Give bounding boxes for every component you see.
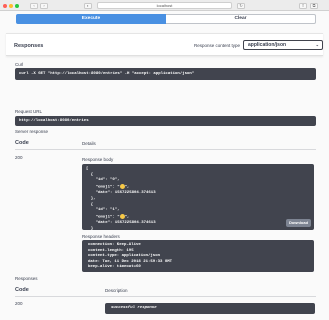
address-text: localhost (156, 3, 173, 8)
content-type-value: application/json (248, 42, 287, 48)
body-line: "date": 1567225804.374613 (86, 191, 156, 196)
execute-button[interactable]: Execute (16, 14, 166, 24)
response-headers-label: Response headers (82, 234, 120, 239)
body-line: } (86, 227, 94, 232)
body-line: [ (86, 167, 89, 171)
back-button[interactable]: ‹ (30, 2, 38, 9)
response-code: 200 (15, 155, 23, 160)
emoji-icon (119, 183, 125, 189)
body-line: { (86, 202, 94, 207)
body-line: "emoji": " (86, 185, 120, 190)
close-window-button[interactable] (3, 3, 7, 8)
window-controls (3, 3, 19, 8)
divider (15, 296, 316, 297)
reload-icon[interactable]: ↻ (237, 2, 245, 9)
server-response-label: Server response (15, 129, 49, 134)
shield-icon[interactable]: ◐ (84, 2, 92, 9)
responses-title: Responses (14, 43, 44, 49)
browser-toolbar: ‹ › ◐ localhost ↻ ⇪ ⧉ (0, 0, 329, 11)
chevron-down-icon: ⌄ (315, 42, 319, 47)
zoom-window-button[interactable] (15, 3, 19, 8)
clear-button[interactable]: Clear (166, 14, 316, 24)
header-line: keep-alive: timeout=60 (88, 265, 141, 269)
download-button[interactable]: Download (286, 219, 311, 227)
body-line: "id": "0", (86, 178, 120, 183)
body-line: "emoji": " (86, 215, 120, 220)
execute-clear-group: Execute Clear (16, 14, 316, 24)
details-column-header: Details (82, 141, 96, 146)
code-column-header: Code (15, 140, 29, 146)
body-line: "date": 1567225804.374613 (86, 221, 156, 226)
responses-header: Responses Response content type applicat… (6, 33, 323, 56)
spec-response-code: 200 (15, 301, 23, 306)
header-line: content-type: application/json (88, 254, 161, 258)
minimize-window-button[interactable] (9, 3, 13, 8)
code-column-header: Code (15, 287, 29, 293)
response-description: successful response (105, 303, 315, 314)
curl-label: Curl (15, 62, 24, 67)
address-bar[interactable]: localhost (97, 2, 232, 9)
request-url-label: Request URL (15, 109, 43, 114)
divider (15, 149, 316, 150)
body-line: { (86, 172, 94, 177)
header-line: date: Tue, 11 Dec 2018 21:59:33 GMT (88, 259, 173, 264)
response-body-label: Response body (82, 157, 114, 162)
forward-button[interactable]: › (40, 2, 48, 9)
header-line: content-length: 195 (88, 248, 134, 253)
response-body[interactable]: [ { "id": "0", "emoji": " ", "date": 1567… (82, 164, 314, 237)
tabs-icon[interactable]: ⧉ (310, 2, 318, 9)
body-line: "id": "1", (86, 208, 120, 213)
body-line: }, (86, 197, 96, 202)
header-line: connection: Keep-Alive (88, 243, 141, 247)
responses-label: Responses (15, 276, 38, 281)
curl-command[interactable]: curl -X GET "http://localhost:8080/entri… (15, 68, 316, 80)
description-column-header: Description (105, 288, 128, 293)
emoji-icon (119, 213, 125, 219)
body-line: ", (124, 185, 130, 190)
content-type-label: Response content type (194, 43, 241, 48)
response-headers[interactable]: connection: Keep-Alive content-length: 1… (82, 240, 314, 272)
request-url-value[interactable]: http://localhost:8080/entries (15, 116, 316, 126)
body-line: ", (124, 215, 130, 220)
share-icon[interactable]: ⇪ (299, 2, 307, 9)
content-type-select[interactable]: application/json ⌄ (243, 40, 323, 50)
